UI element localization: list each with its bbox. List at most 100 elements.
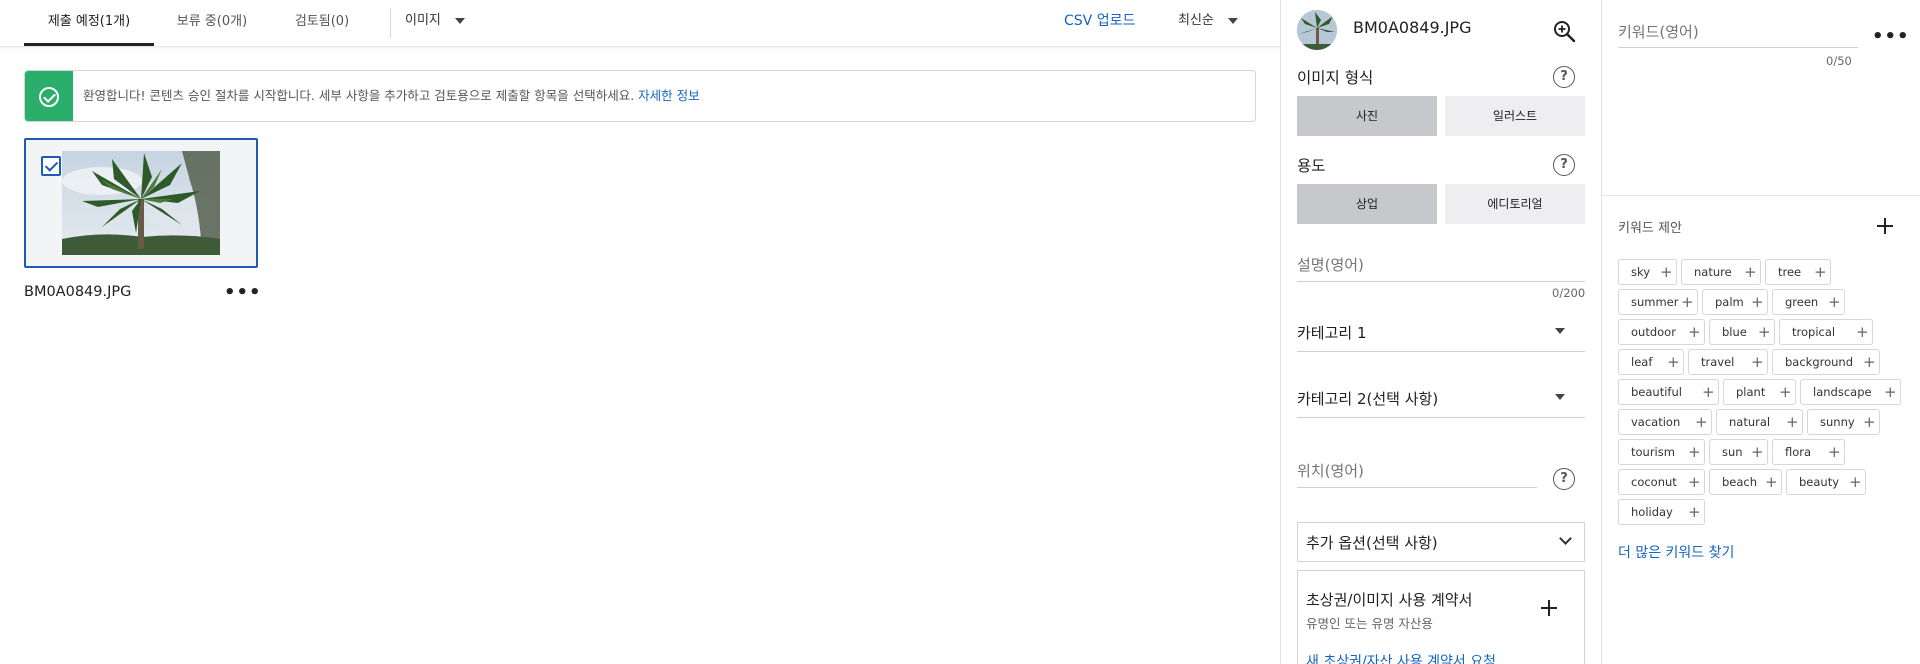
tab-to-submit[interactable]: 제출 예정(1개) bbox=[24, 0, 154, 46]
image-type-illustration-button[interactable]: 일러스트 bbox=[1445, 96, 1585, 136]
keyword-chip[interactable]: nature + bbox=[1681, 259, 1761, 285]
keyword-chip[interactable]: tropical + bbox=[1779, 319, 1873, 345]
keyword-chip[interactable]: green + bbox=[1772, 289, 1845, 315]
details-filename: BM0A0849.JPG bbox=[1353, 18, 1472, 37]
zoom-in-icon[interactable] bbox=[1552, 19, 1576, 43]
alert-message: 환영합니다! 콘텐츠 승인 절차를 시작합니다. 세부 사항을 추가하고 검토용… bbox=[83, 71, 700, 121]
add-release-icon[interactable] bbox=[1538, 597, 1560, 619]
keyword-chip[interactable]: tree + bbox=[1765, 259, 1831, 285]
plus-icon: + bbox=[1688, 503, 1701, 521]
plus-icon: + bbox=[1863, 353, 1876, 371]
image-avatar bbox=[1297, 10, 1337, 50]
keyword-chip-label: sun bbox=[1722, 445, 1743, 459]
keyword-chip-label: flora bbox=[1785, 445, 1812, 459]
keyword-chip-label: blue bbox=[1722, 325, 1747, 339]
plus-icon: + bbox=[1814, 263, 1827, 281]
help-icon[interactable]: ? bbox=[1553, 66, 1575, 88]
category1-label: 카테고리 1 bbox=[1297, 324, 1367, 342]
plus-icon: + bbox=[1758, 323, 1771, 341]
keyword-chip[interactable]: sky + bbox=[1618, 259, 1677, 285]
alert-text: 환영합니다! 콘텐츠 승인 절차를 시작합니다. 세부 사항을 추가하고 검토용… bbox=[83, 88, 635, 103]
image-card[interactable] bbox=[24, 138, 258, 268]
help-icon[interactable]: ? bbox=[1553, 468, 1575, 490]
caret-down-icon bbox=[1227, 17, 1238, 24]
keyword-chip[interactable]: flora + bbox=[1772, 439, 1845, 465]
add-all-keywords-icon[interactable] bbox=[1874, 215, 1896, 237]
keyword-chip[interactable]: holiday + bbox=[1618, 499, 1705, 525]
description-placeholder: 설명(영어) bbox=[1297, 256, 1364, 274]
check-circle-icon bbox=[39, 87, 59, 107]
keyword-chip[interactable]: beach + bbox=[1709, 469, 1782, 495]
keyword-chip-label: sunny bbox=[1820, 415, 1855, 429]
plus-icon: + bbox=[1828, 443, 1841, 461]
tab-pending[interactable]: 보류 중(0개) bbox=[166, 0, 258, 46]
keyword-chip[interactable]: leaf + bbox=[1618, 349, 1684, 375]
caret-down-icon bbox=[1555, 328, 1565, 334]
image-type-photo-button[interactable]: 사진 bbox=[1297, 96, 1437, 136]
keyword-chip[interactable]: outdoor + bbox=[1618, 319, 1705, 345]
plus-icon: + bbox=[1765, 473, 1778, 491]
top-toolbar: 제출 예정(1개) 보류 중(0개) 검토됨(0) 이미지 CSV 업로드 최신… bbox=[0, 0, 1280, 47]
learn-more-link[interactable]: 자세한 정보 bbox=[638, 88, 699, 103]
release-title: 초상권/이미지 사용 계약서 bbox=[1306, 591, 1473, 609]
usage-editorial-button[interactable]: 에디토리얼 bbox=[1445, 184, 1585, 224]
tab-reviewed[interactable]: 검토됨(0) bbox=[282, 0, 362, 46]
keyword-chip-label: beauty bbox=[1799, 475, 1840, 489]
help-icon[interactable]: ? bbox=[1553, 154, 1575, 176]
keyword-chip[interactable]: beautiful + bbox=[1618, 379, 1719, 405]
chevron-down-icon bbox=[1559, 532, 1572, 545]
category2-select[interactable]: 카테고리 2(선택 사항) bbox=[1297, 378, 1585, 418]
keyword-chip[interactable]: beauty + bbox=[1786, 469, 1866, 495]
toolbar-divider bbox=[390, 8, 391, 38]
media-type-dropdown[interactable]: 이미지 bbox=[405, 0, 465, 44]
extra-options-label: 추가 옵션(선택 사항) bbox=[1306, 534, 1438, 552]
keyword-chip[interactable]: landscape + bbox=[1800, 379, 1901, 405]
keyword-placeholder: 키워드(영어) bbox=[1618, 23, 1699, 41]
category1-select[interactable]: 카테고리 1 bbox=[1297, 312, 1585, 352]
plus-icon: + bbox=[1660, 263, 1673, 281]
keyword-chip[interactable]: plant + bbox=[1723, 379, 1796, 405]
keyword-chip[interactable]: travel + bbox=[1688, 349, 1768, 375]
keyword-suggest-divider bbox=[1602, 195, 1920, 196]
more-options-icon[interactable]: ••• bbox=[1872, 28, 1909, 50]
description-input[interactable]: 설명(영어) bbox=[1297, 254, 1585, 282]
plus-icon: + bbox=[1695, 413, 1708, 431]
keyword-suggest-title: 키워드 제안 bbox=[1618, 221, 1682, 236]
main-content: 제출 예정(1개) 보류 중(0개) 검토됨(0) 이미지 CSV 업로드 최신… bbox=[0, 0, 1280, 664]
csv-upload-link[interactable]: CSV 업로드 bbox=[1064, 0, 1135, 44]
release-section: 초상권/이미지 사용 계약서 유명인 또는 유명 자산용 새 초상권/자산 사용… bbox=[1297, 570, 1585, 664]
keyword-input[interactable]: 키워드(영어) bbox=[1618, 12, 1858, 48]
plus-icon: + bbox=[1849, 473, 1862, 491]
keyword-chip[interactable]: summer + bbox=[1618, 289, 1698, 315]
description-counter: 0/200 bbox=[1552, 286, 1586, 300]
usage-commercial-button[interactable]: 상업 bbox=[1297, 184, 1437, 224]
plus-icon: + bbox=[1744, 263, 1757, 281]
plus-icon: + bbox=[1667, 353, 1680, 371]
keyword-chip[interactable]: coconut + bbox=[1618, 469, 1705, 495]
keyword-chip[interactable]: natural + bbox=[1716, 409, 1803, 435]
keyword-chip[interactable]: blue + bbox=[1709, 319, 1775, 345]
keyword-chip-label: green bbox=[1785, 295, 1819, 309]
select-checkbox[interactable] bbox=[41, 156, 61, 176]
image-thumbnail bbox=[62, 151, 220, 255]
plus-icon: + bbox=[1751, 353, 1764, 371]
keyword-chip-label: beach bbox=[1722, 475, 1758, 489]
keyword-chip[interactable]: tourism + bbox=[1618, 439, 1705, 465]
sort-dropdown[interactable]: 최신순 bbox=[1178, 0, 1238, 44]
keyword-chip[interactable]: palm + bbox=[1702, 289, 1768, 315]
extra-options-dropdown[interactable]: 추가 옵션(선택 사항) bbox=[1297, 522, 1585, 562]
more-options-icon[interactable]: ••• bbox=[224, 284, 261, 306]
keyword-chip[interactable]: vacation + bbox=[1618, 409, 1712, 435]
plus-icon: + bbox=[1828, 293, 1841, 311]
find-more-keywords-link[interactable]: 더 많은 키워드 찾기 bbox=[1618, 542, 1734, 562]
plus-icon: + bbox=[1702, 383, 1715, 401]
keyword-chip[interactable]: sun + bbox=[1709, 439, 1768, 465]
keyword-chip[interactable]: sunny + bbox=[1807, 409, 1880, 435]
caret-down-icon bbox=[454, 17, 465, 24]
keyword-chip-label: beautiful bbox=[1631, 385, 1682, 399]
location-input[interactable]: 위치(영어) bbox=[1297, 458, 1537, 488]
keyword-chip-label: natural bbox=[1729, 415, 1771, 429]
keyword-chip[interactable]: background + bbox=[1772, 349, 1880, 375]
request-release-link[interactable]: 새 초상권/자산 사용 계약서 요청 bbox=[1306, 651, 1496, 664]
caret-down-icon bbox=[1555, 394, 1565, 400]
